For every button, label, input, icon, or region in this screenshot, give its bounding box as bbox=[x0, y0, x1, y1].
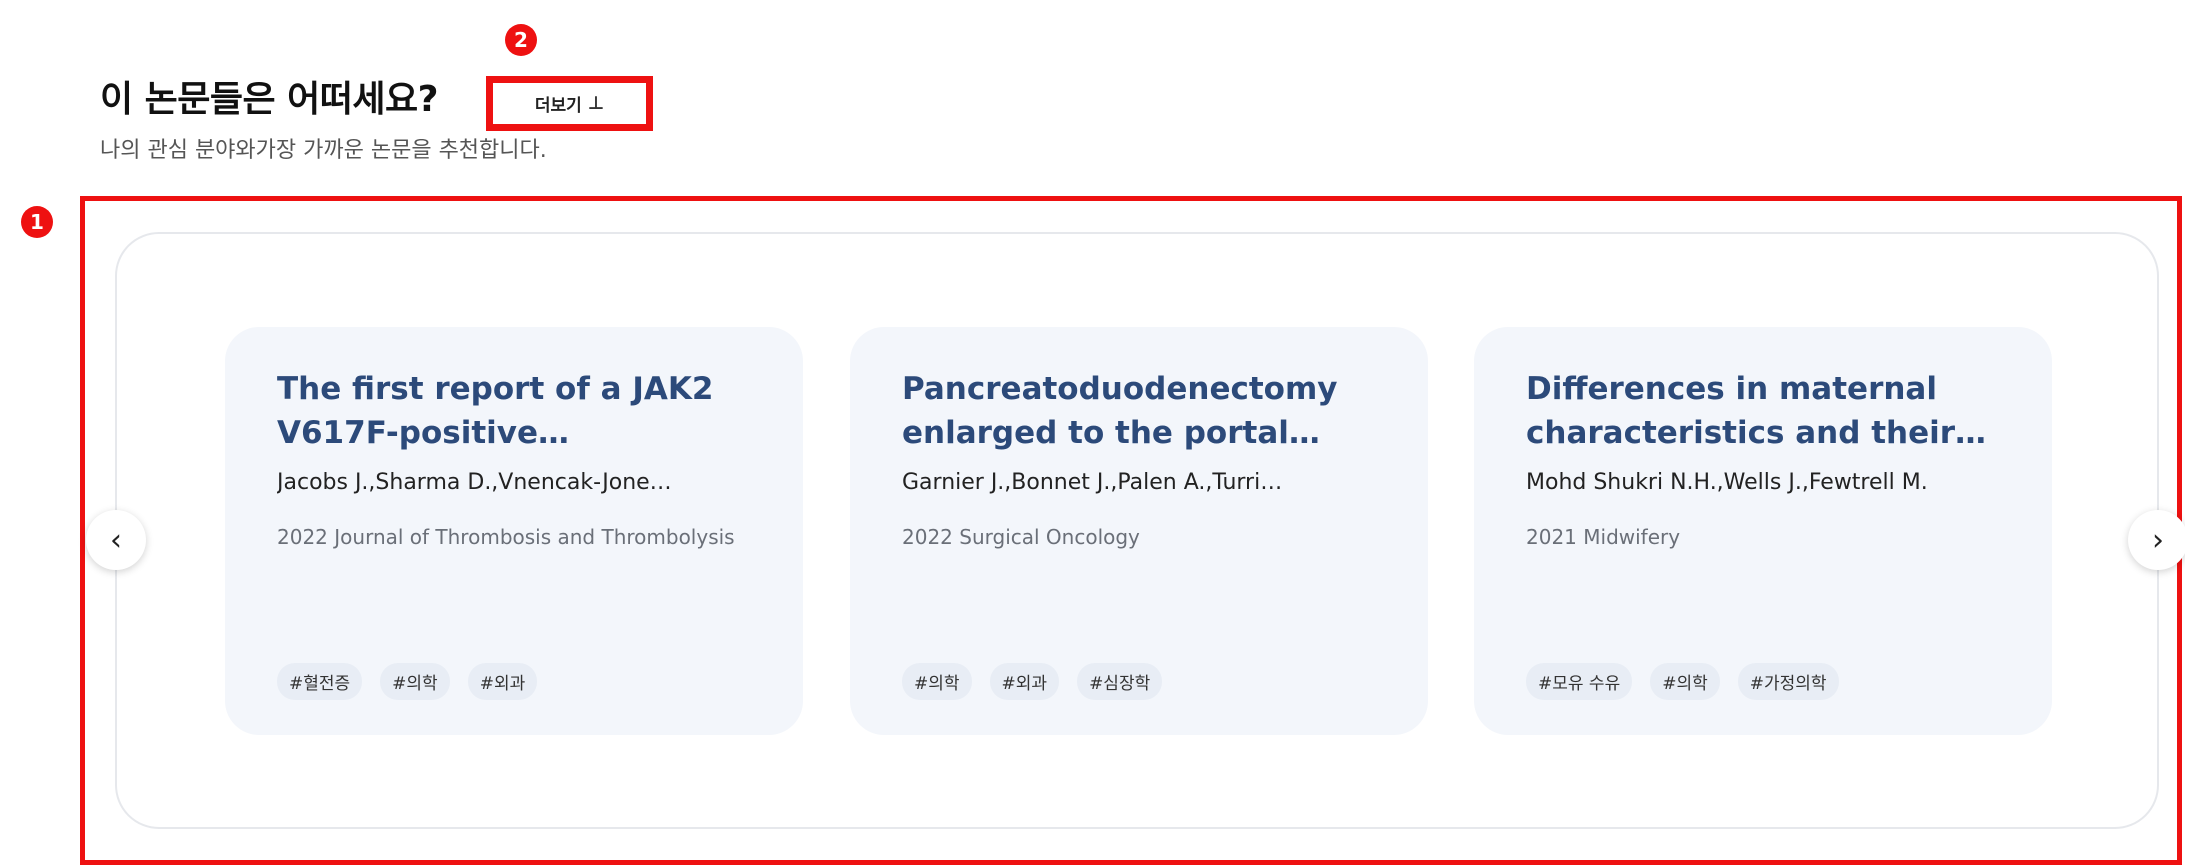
more-button[interactable]: 더보기 ⊥ bbox=[486, 76, 653, 131]
paper-venue: 2021 Midwifery bbox=[1526, 525, 1681, 549]
keyword-tag[interactable]: #모유 수유 bbox=[1526, 663, 1633, 700]
section-title: 이 논문들은 어떠세요? bbox=[100, 79, 439, 120]
keyword-tag[interactable]: #외과 bbox=[467, 663, 538, 700]
paper-card[interactable]: Pancreatoduodenectomy enlarged to the po… bbox=[850, 327, 1428, 735]
tag-list: #혈전증 #의학 #외과 bbox=[277, 663, 538, 700]
keyword-tag[interactable]: #심장학 bbox=[1077, 663, 1163, 700]
section-subtitle: 나의 관심 분야와가장 가까운 논문을 추천합니다. bbox=[100, 138, 547, 163]
more-button-label: 더보기 bbox=[534, 96, 582, 116]
chevron-left-icon: ‹ bbox=[110, 522, 122, 558]
keyword-tag[interactable]: #혈전증 bbox=[277, 663, 363, 700]
paper-authors: Garnier J.,Bonnet J.,Palen A.,Turri… bbox=[902, 470, 1283, 495]
paper-title[interactable]: Pancreatoduodenectomy enlarged to the po… bbox=[902, 367, 1376, 455]
paper-title[interactable]: Differences in maternal characteristics … bbox=[1526, 367, 2000, 455]
keyword-tag[interactable]: #가정의학 bbox=[1737, 663, 1839, 700]
paper-authors: Mohd Shukri N.H.,Wells J.,Fewtrell M. bbox=[1526, 470, 1928, 495]
carousel-prev-button[interactable]: ‹ bbox=[86, 510, 146, 570]
carousel-next-button[interactable]: › bbox=[2128, 510, 2185, 570]
paper-card[interactable]: The first report of a JAK2 V617F-positiv… bbox=[225, 327, 803, 735]
chevron-right-icon: › bbox=[2152, 522, 2164, 558]
paper-title[interactable]: The first report of a JAK2 V617F-positiv… bbox=[277, 367, 751, 455]
paper-venue: 2022 Surgical Oncology bbox=[902, 525, 1140, 549]
paper-card[interactable]: Differences in maternal characteristics … bbox=[1474, 327, 2052, 735]
tag-list: #의학 #외과 #심장학 bbox=[902, 663, 1163, 700]
annotation-badge-1: 1 bbox=[21, 206, 53, 238]
keyword-tag[interactable]: #의학 bbox=[1650, 663, 1720, 700]
tag-list: #모유 수유 #의학 #가정의학 bbox=[1526, 663, 1839, 700]
annotation-badge-2: 2 bbox=[505, 24, 537, 56]
paper-authors: Jacobs J.,Sharma D.,Vnencak-Jone… bbox=[277, 470, 672, 495]
more-arrow-icon: ⊥ bbox=[587, 93, 605, 114]
keyword-tag[interactable]: #의학 bbox=[902, 663, 972, 700]
paper-venue: 2022 Journal of Thrombosis and Thromboly… bbox=[277, 525, 735, 549]
keyword-tag[interactable]: #의학 bbox=[380, 663, 450, 700]
keyword-tag[interactable]: #외과 bbox=[989, 663, 1060, 700]
